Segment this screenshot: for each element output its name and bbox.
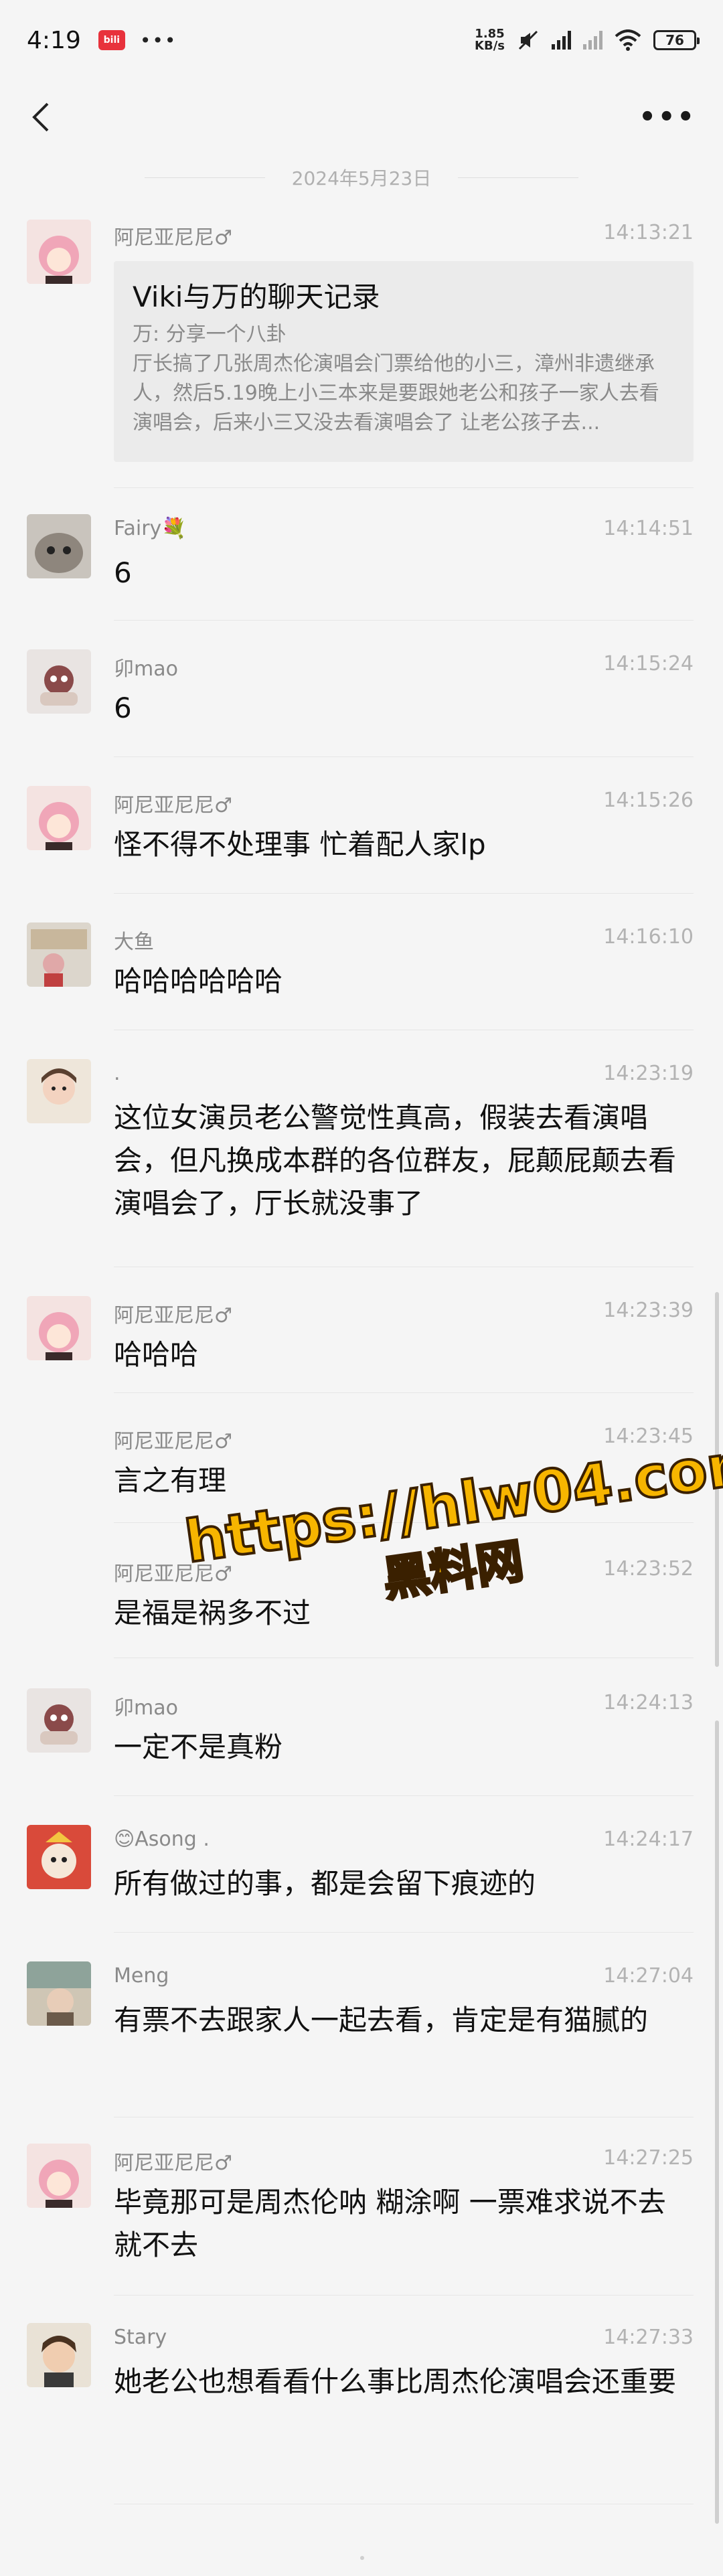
message-text: 有票不去跟家人一起去看，肯定是有猫腻的 [114,2004,649,2036]
card-title: Viki与万的聊天记录 [133,280,380,313]
sender-name: 阿尼亚尼尼♂ [114,1304,232,1327]
more-notifications-icon: ••• [139,29,177,52]
divider [458,177,579,178]
message-text: 6 [114,692,132,724]
scrollbar[interactable] [715,1720,719,2524]
sender-name: . [114,1062,120,1085]
divider [114,1392,694,1393]
message-text: 毕竟那可是周杰伦呐 糊涂啊 一票难求说不去就不去 [114,2186,666,2261]
divider [114,756,694,757]
timestamp: 14:15:26 [603,789,694,812]
avatar[interactable] [27,514,91,578]
battery-icon: 76 [653,30,700,50]
avatar[interactable] [27,2144,91,2208]
more-options-icon[interactable]: ••• [639,102,696,133]
divider [114,1795,694,1796]
timestamp: 14:14:51 [603,517,694,540]
timestamp: 14:27:04 [603,1964,694,1988]
sender-name: 卯mao [114,1696,178,1720]
message-text: 6 [114,556,132,589]
network-speed-unit: KB/s [475,39,505,53]
timestamp: 14:24:17 [603,1828,694,1851]
timestamp: 14:15:24 [603,652,694,675]
message-text: 怪不得不处理事 忙着配人家lp [114,828,486,861]
divider [114,2295,694,2296]
timestamp: 14:24:13 [603,1691,694,1714]
app-notification-icon: bili [98,30,125,50]
signal-2-icon [583,31,602,50]
date-label: 2024年5月23日 [291,167,432,189]
divider [114,893,694,894]
timestamp: 14:27:25 [603,2146,694,2170]
timestamp: 14:13:21 [603,221,694,244]
avatar[interactable] [27,1296,91,1360]
timestamp: 14:16:10 [603,925,694,949]
chat-record-card[interactable]: Viki与万的聊天记录 万: 分享一个八卦 厅长搞了几张周杰伦演唱会门票给他的小… [114,261,694,462]
message-text: 她老公也想看看什么事比周杰伦演唱会还重要 [114,2365,677,2398]
avatar[interactable] [27,1961,91,2026]
sender-name: 阿尼亚尼尼♂ [114,2152,232,2175]
sender-name: 阿尼亚尼尼♂ [114,226,232,250]
wifi-icon [615,29,641,51]
avatar[interactable] [27,786,91,850]
sender-name: 卯mao [114,657,178,681]
avatar[interactable] [27,220,91,284]
avatar[interactable] [27,2323,91,2387]
sender-name: Stary [114,2326,167,2349]
avatar[interactable] [27,1825,91,1889]
signal-icon [552,31,571,50]
avatar[interactable] [27,649,91,714]
sender-name: Fairy💐 [114,517,187,540]
divider [144,177,265,178]
sender-name: 大鱼 [114,931,154,954]
nav-bar: ••• [0,80,723,154]
mute-icon [518,30,538,50]
sender-name: Meng [114,1964,169,1988]
avatar[interactable] [27,1688,91,1753]
timestamp: 14:27:33 [603,2326,694,2349]
status-time: 4:19 [27,26,81,54]
message-text: 哈哈哈哈哈哈 [114,965,283,997]
back-arrow-icon[interactable] [27,102,54,132]
avatar[interactable] [27,922,91,987]
message-text: 这位女演员老公警觉性真高，假装去看演唱会，但凡换成本群的各位群友，屁颠屁颠去看演… [114,1101,677,1220]
card-description: 厅长搞了几张周杰伦演唱会门票给他的小三，漳州非遗继承人，然后5.19晚上小三本来… [133,352,659,434]
network-speed: 1.85 KB/s [475,28,505,52]
scroll-end-indicator [360,2556,364,2560]
sender-name: 阿尼亚尼尼♂ [114,794,232,817]
timestamp: 14:23:39 [603,1299,694,1322]
divider [114,620,694,621]
divider [114,487,694,488]
message-text: 所有做过的事，都是会留下痕迹的 [114,1867,536,1900]
status-bar: 4:19 bili ••• 1.85 KB/s 76 [0,0,723,80]
divider [114,1932,694,1933]
message-text: 哈哈哈 [114,1338,199,1371]
card-subtitle: 万: 分享一个八卦 [133,323,287,346]
message-text: 一定不是真粉 [114,1730,283,1763]
timestamp: 14:23:19 [603,1062,694,1085]
sender-name: 阿尼亚尼尼♂ [114,1430,232,1453]
date-separator: 2024年5月23日 [0,161,723,194]
avatar[interactable] [27,1059,91,1123]
sender-name: 😊Asong . [114,1828,210,1851]
